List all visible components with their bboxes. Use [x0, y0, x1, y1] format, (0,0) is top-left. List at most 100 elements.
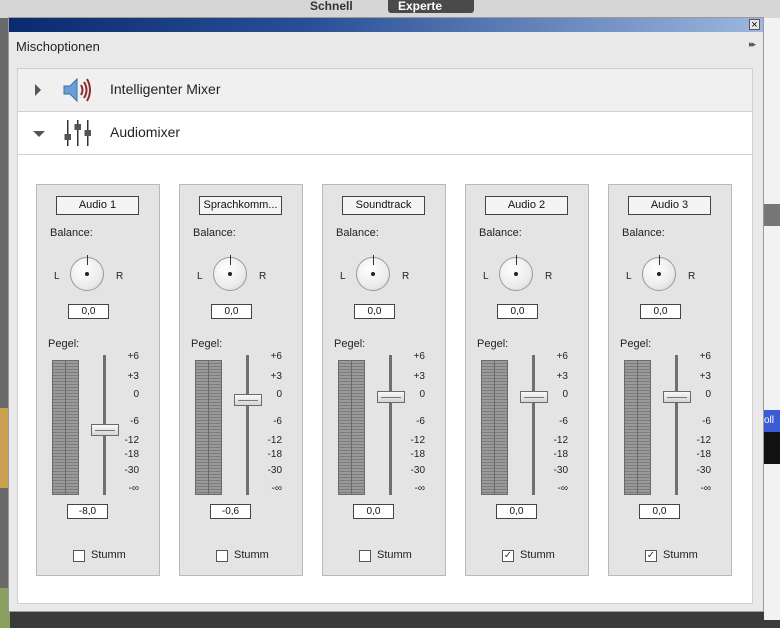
fader-thumb[interactable] — [377, 391, 405, 403]
scale-tick: -30 — [696, 465, 711, 476]
collapse-arrow-icon[interactable] — [33, 131, 45, 137]
scale-tick: -∞ — [700, 483, 711, 494]
section-smart-mixer[interactable]: Intelligenter Mixer — [18, 69, 752, 112]
scale-tick: 0 — [562, 389, 568, 400]
mute-checkbox[interactable]: ✓ — [645, 550, 657, 562]
scale-tick: -30 — [410, 465, 425, 476]
mute-label: Stumm — [234, 549, 269, 561]
level-meter — [481, 360, 508, 495]
scale-tick: +3 — [413, 371, 425, 382]
scale-tick: 0 — [133, 389, 139, 400]
knob-center — [85, 272, 89, 276]
scale-tick: -12 — [553, 435, 568, 446]
balance-value-field[interactable]: 0,0 — [640, 304, 681, 319]
level-label: Pegel: — [191, 338, 223, 350]
balance-label: Balance: — [336, 227, 379, 239]
mute-checkbox[interactable] — [216, 550, 228, 562]
section-label: Intelligenter Mixer — [110, 81, 221, 97]
scale-tick: -30 — [267, 465, 282, 476]
section-audio-mixer[interactable]: Audiomixer — [18, 112, 752, 155]
fader-track[interactable] — [532, 355, 535, 495]
pan-right-label: R — [545, 271, 553, 282]
scale-tick: -∞ — [414, 483, 425, 494]
balance-value-field[interactable]: 0,0 — [211, 304, 252, 319]
mute-label: Stumm — [91, 549, 126, 561]
fader-track[interactable] — [675, 355, 678, 495]
fader-thumb[interactable] — [663, 391, 691, 403]
pan-left-label: L — [197, 271, 203, 282]
gain-value-field[interactable]: 0,0 — [353, 504, 394, 519]
panel-menu-icon[interactable]: ▸▸ — [749, 39, 756, 50]
balance-knob[interactable] — [642, 255, 676, 291]
scale-tick: 0 — [705, 389, 711, 400]
scale-tick: -18 — [124, 449, 139, 460]
fader-track[interactable] — [246, 355, 249, 495]
channel-name: Soundtrack — [342, 196, 425, 215]
fader-thumb[interactable] — [91, 424, 119, 436]
close-icon[interactable]: × — [749, 19, 760, 31]
knob-center — [514, 272, 518, 276]
fader-thumb[interactable] — [234, 394, 262, 406]
balance-knob[interactable] — [70, 255, 104, 291]
knob-indicator — [230, 255, 231, 265]
tab-expert[interactable]: Experte — [388, 0, 474, 13]
mute-checkbox[interactable] — [359, 550, 371, 562]
channel-name: Audio 3 — [628, 196, 711, 215]
gain-value-field[interactable]: 0,0 — [496, 504, 537, 519]
mute-label: Stumm — [520, 549, 555, 561]
balance-value-field[interactable]: 0,0 — [497, 304, 538, 319]
pan-left-label: L — [626, 271, 632, 282]
scale-tick: -18 — [696, 449, 711, 460]
scale-tick: -∞ — [128, 483, 139, 494]
balance-knob[interactable] — [499, 255, 533, 291]
channel-name: Audio 1 — [56, 196, 139, 215]
balance-knob[interactable] — [356, 255, 390, 291]
balance-label: Balance: — [50, 227, 93, 239]
level-meter — [52, 360, 79, 495]
scale-tick: -6 — [273, 416, 282, 427]
pan-right-label: R — [116, 271, 124, 282]
pan-right-label: R — [402, 271, 410, 282]
mute-checkbox[interactable]: ✓ — [502, 550, 514, 562]
knob-indicator — [87, 255, 88, 265]
balance-knob[interactable] — [213, 255, 247, 291]
dialog-titlebar[interactable]: × — [9, 18, 763, 32]
scale-tick: -30 — [124, 465, 139, 476]
level-label: Pegel: — [334, 338, 366, 350]
knob-indicator — [373, 255, 374, 265]
app-top-bar: Schnell Experte — [0, 0, 780, 18]
pan-right-label: R — [688, 271, 696, 282]
expand-arrow-icon[interactable] — [35, 84, 41, 96]
scale-tick: -∞ — [557, 483, 568, 494]
balance-value-field[interactable]: 0,0 — [68, 304, 109, 319]
scale-tick: -12 — [696, 435, 711, 446]
scale-tick: -6 — [130, 416, 139, 427]
scale-tick: -18 — [410, 449, 425, 460]
scale-tick: +6 — [127, 351, 139, 362]
fader-track[interactable] — [389, 355, 392, 495]
balance-value-field[interactable]: 0,0 — [354, 304, 395, 319]
level-label: Pegel: — [48, 338, 80, 350]
balance-label: Balance: — [479, 227, 522, 239]
pan-left-label: L — [340, 271, 346, 282]
knob-indicator — [516, 255, 517, 265]
channel-strip: Sprachkomm... Balance: L R 0,0 Pegel: +6… — [179, 184, 303, 576]
dialog-title: Mischoptionen — [16, 39, 100, 54]
fader-thumb[interactable] — [520, 391, 548, 403]
tab-quick[interactable]: Schnell — [300, 0, 380, 13]
scale-tick: -6 — [416, 416, 425, 427]
scale-tick: -18 — [267, 449, 282, 460]
db-scale: +6 +3 0 -6 -12 -18 -30 -∞ — [689, 351, 729, 502]
gain-value-field[interactable]: 0,0 — [639, 504, 680, 519]
timeline-clip[interactable]: oll — [764, 410, 780, 432]
scale-tick: 0 — [419, 389, 425, 400]
scale-tick: +6 — [556, 351, 568, 362]
timeline-clip[interactable] — [764, 432, 780, 464]
mute-checkbox[interactable] — [73, 550, 85, 562]
gain-value-field[interactable]: -0,6 — [210, 504, 251, 519]
scale-tick: +6 — [699, 351, 711, 362]
gain-value-field[interactable]: -8,0 — [67, 504, 108, 519]
pan-left-label: L — [483, 271, 489, 282]
dialog-content: Intelligenter Mixer Audiomixer Audio 1 B… — [17, 68, 753, 604]
scale-tick: -6 — [702, 416, 711, 427]
